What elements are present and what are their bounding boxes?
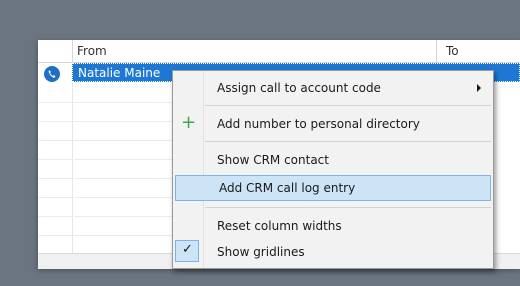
gridline (38, 178, 172, 179)
menu-item-show-gridlines[interactable]: ✓ Show gridlines (173, 239, 493, 265)
menu-item-show-crm-contact[interactable]: Show CRM contact (173, 147, 493, 173)
menu-item-label: Assign call to account code (217, 81, 381, 95)
column-header-from[interactable]: From (77, 44, 107, 58)
from-cell: Natalie Maine (78, 66, 161, 80)
menu-item-label: Add CRM call log entry (219, 181, 356, 195)
menu-item-assign-account-code[interactable]: Assign call to account code (173, 75, 493, 101)
menu-separator (205, 141, 491, 142)
check-icon: ✓ (182, 242, 193, 257)
menu-item-reset-column-widths[interactable]: Reset column widths (173, 213, 493, 239)
menu-item-label: Add number to personal directory (217, 117, 420, 131)
menu-item-add-to-directory[interactable]: + Add number to personal directory (173, 111, 493, 137)
submenu-arrow-icon (477, 84, 481, 92)
gridline (38, 197, 172, 198)
column-divider[interactable] (436, 40, 437, 62)
phone-icon (44, 66, 60, 82)
menu-item-label: Show gridlines (217, 245, 305, 259)
gridline (38, 235, 172, 236)
gridline (38, 159, 172, 160)
menu-item-add-crm-call-log[interactable]: Add CRM call log entry (175, 175, 491, 201)
gridline (38, 121, 172, 122)
column-header-row: From To (38, 40, 520, 63)
gridline (72, 83, 73, 253)
gridline (38, 216, 172, 217)
plus-icon: + (181, 112, 197, 133)
menu-separator (205, 105, 491, 106)
checked-indicator: ✓ (175, 240, 199, 262)
gridline (38, 140, 172, 141)
menu-separator (205, 207, 491, 208)
column-header-to[interactable]: To (446, 44, 459, 58)
context-menu: Assign call to account code + Add number… (172, 70, 494, 269)
menu-item-label: Reset column widths (217, 219, 342, 233)
menu-item-label: Show CRM contact (217, 153, 329, 167)
gridline (38, 102, 172, 103)
column-divider[interactable] (72, 40, 73, 62)
